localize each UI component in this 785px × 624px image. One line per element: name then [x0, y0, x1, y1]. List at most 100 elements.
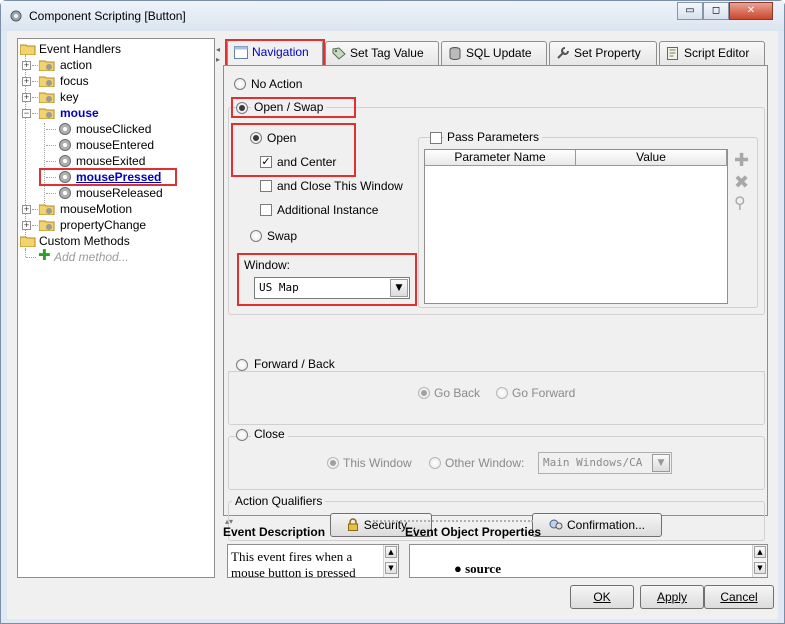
- confirmation-icon: [549, 519, 563, 530]
- and-close-label: and Close This Window: [277, 179, 403, 193]
- collapse-left-icon[interactable]: ◂: [216, 45, 220, 54]
- highlight-open-center: [231, 123, 356, 177]
- bullet-icon: ●: [454, 561, 462, 576]
- close-icon: ✕: [746, 5, 756, 16]
- cancel-button-label: Cancel: [720, 590, 758, 604]
- expand-icon[interactable]: +: [22, 93, 31, 102]
- swap-radio[interactable]: [250, 230, 262, 242]
- minimize-button[interactable]: ▭: [677, 2, 703, 20]
- tab-sql-update[interactable]: SQL Update: [441, 41, 547, 65]
- properties-scrollbar[interactable]: ▲ ▼: [752, 545, 767, 577]
- chevron-down-icon[interactable]: ▼: [652, 454, 670, 472]
- and-close-checkbox[interactable]: [260, 180, 272, 192]
- tab-label: SQL Update: [466, 46, 532, 60]
- minimize-icon: ▭: [685, 5, 695, 16]
- tab-label: Set Tag Value: [350, 46, 424, 60]
- this-window-radio[interactable]: [327, 457, 339, 469]
- folder-gear-icon: [39, 108, 55, 119]
- gear-icon: [59, 155, 71, 167]
- event-description-box[interactable]: This event fires when a mouse button is …: [227, 544, 399, 578]
- tree-label: Custom Methods: [39, 234, 130, 248]
- lock-icon: [347, 518, 358, 531]
- additional-instance-checkbox[interactable]: [260, 204, 272, 216]
- tab-script-editor[interactable]: Script Editor: [659, 41, 765, 65]
- tab-label: Script Editor: [684, 46, 750, 60]
- action-qualifiers-label: Action Qualifiers: [232, 494, 326, 508]
- other-window-radio[interactable]: [429, 457, 441, 469]
- parameters-table[interactable]: Parameter Name Value: [424, 149, 728, 304]
- horizontal-splitter[interactable]: [373, 520, 533, 522]
- scroll-up-icon[interactable]: ▲: [385, 546, 397, 558]
- close-label: Close: [251, 427, 288, 441]
- close-radio[interactable]: [236, 429, 248, 441]
- tree-label: mouseEntered: [76, 138, 155, 152]
- other-window-select[interactable]: Main Windows/CA ▼: [538, 452, 672, 474]
- title-bar[interactable]: Component Scripting [Button] ▭ ◻ ✕: [1, 1, 784, 31]
- event-object-properties-box[interactable]: ● source ▲ ▼: [409, 544, 768, 578]
- event-description-text: This event fires when a mouse button is …: [231, 549, 356, 578]
- gear-icon: [59, 123, 71, 135]
- confirmation-button[interactable]: Confirmation...: [532, 513, 662, 537]
- tab-set-tag-value[interactable]: Set Tag Value: [325, 41, 439, 65]
- tree-label: mouseReleased: [76, 186, 163, 200]
- cancel-button[interactable]: Cancel: [704, 585, 774, 609]
- tab-set-property[interactable]: Set Property: [549, 41, 657, 65]
- maximize-button[interactable]: ◻: [703, 2, 729, 20]
- scroll-down-icon[interactable]: ▼: [754, 562, 766, 574]
- dialog-client: Event Handlers + action + focus + key − …: [7, 31, 778, 619]
- maximize-icon: ◻: [711, 5, 721, 16]
- other-window-label: Other Window:: [445, 456, 525, 470]
- tree-label: mouse: [60, 106, 99, 120]
- pass-parameters-checkbox[interactable]: [430, 132, 442, 144]
- navigation-panel: No Action Open / Swap Open ✓ and Center …: [223, 65, 768, 541]
- scroll-down-icon[interactable]: ▼: [385, 562, 397, 574]
- expand-icon[interactable]: +: [22, 77, 31, 86]
- window-title: Component Scripting [Button]: [29, 9, 186, 23]
- plus-icon: ✚: [38, 247, 51, 264]
- gear-icon: [59, 187, 71, 199]
- ok-button[interactable]: OK: [570, 585, 634, 609]
- folder-gear-icon: [39, 204, 55, 215]
- gear-icon: [59, 139, 71, 151]
- delete-parameter-icon[interactable]: ✖: [734, 173, 749, 191]
- scroll-up-icon[interactable]: ▲: [754, 546, 766, 558]
- confirmation-button-label: Confirmation...: [566, 518, 646, 532]
- dialog-window: Component Scripting [Button] ▭ ◻ ✕ Event…: [0, 0, 785, 624]
- other-window-select-value: Main Windows/CA: [543, 456, 643, 469]
- collapse-icon[interactable]: −: [22, 109, 31, 118]
- tree-label: Add method...: [54, 250, 129, 264]
- wrench-icon: [557, 47, 569, 59]
- close-window-button[interactable]: ✕: [729, 2, 773, 20]
- go-forward-radio[interactable]: [496, 387, 508, 399]
- go-back-radio[interactable]: [418, 387, 430, 399]
- value-header[interactable]: Value: [576, 150, 727, 166]
- tree-label: mouseClicked: [76, 122, 152, 136]
- link-parameter-icon[interactable]: ⚲: [734, 195, 746, 213]
- parameter-name-header[interactable]: Parameter Name: [425, 150, 576, 166]
- tree-label: action: [60, 58, 93, 72]
- database-icon: [449, 47, 461, 60]
- forward-back-radio[interactable]: [236, 359, 248, 371]
- collapse-right-icon[interactable]: ▸: [216, 55, 220, 64]
- source-text: source: [465, 561, 501, 576]
- add-parameter-icon[interactable]: ✚: [734, 151, 749, 169]
- description-scrollbar[interactable]: ▲ ▼: [383, 545, 398, 577]
- go-back-label: Go Back: [434, 386, 481, 400]
- tree-label: Event Handlers: [39, 42, 122, 56]
- highlight-open-swap: [231, 97, 356, 118]
- tree-label: mouseExited: [76, 154, 146, 168]
- highlight-mousepressed: [39, 168, 177, 186]
- apply-button[interactable]: Apply: [640, 585, 704, 609]
- folder-gear-icon: [39, 76, 55, 87]
- expand-icon[interactable]: +: [22, 61, 31, 70]
- highlight-navigation-tab: [225, 39, 325, 67]
- no-action-radio[interactable]: [234, 78, 246, 90]
- go-forward-label: Go Forward: [512, 386, 576, 400]
- tree-label: mouseMotion: [60, 202, 133, 216]
- expand-icon[interactable]: +: [22, 221, 31, 230]
- tree-label: key: [60, 90, 79, 104]
- event-handler-tree[interactable]: Event Handlers + action + focus + key − …: [17, 38, 215, 578]
- expand-icon[interactable]: +: [22, 205, 31, 214]
- tree-label: focus: [60, 74, 89, 88]
- folder-gear-icon: [39, 60, 55, 71]
